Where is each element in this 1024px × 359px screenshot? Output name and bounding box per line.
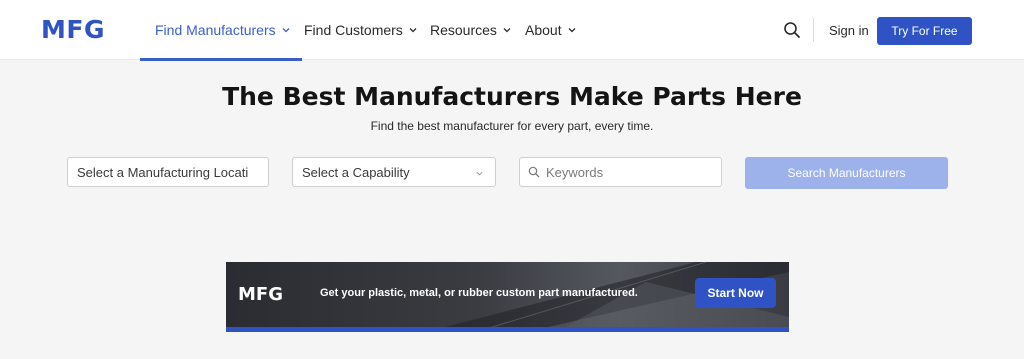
hero-title: The Best Manufacturers Make Parts Here (222, 82, 802, 111)
chevron-down-icon (503, 28, 511, 33)
capability-select-value: Select a Capability (302, 164, 410, 180)
banner-text: Get your plastic, metal, or rubber custo… (320, 287, 638, 299)
nav-find-manufacturers[interactable]: Find Manufacturers (140, 0, 302, 61)
chevron-down-icon (282, 28, 290, 33)
capability-select[interactable]: Select a Capability (292, 157, 496, 187)
mfg-logo[interactable]: MFG (41, 15, 105, 44)
start-now-button[interactable]: Start Now (695, 278, 776, 308)
nav-about[interactable]: About (525, 0, 576, 60)
promo-banner: MFG Get your plastic, metal, or rubber c… (226, 262, 789, 332)
manufacturing-location-select[interactable]: Select a Manufacturing Locati (67, 157, 269, 187)
location-select-value: Select a Manufacturing Locati (77, 164, 249, 180)
keywords-input[interactable]: Keywords (519, 157, 722, 187)
nav-find-customers-label: Find Customers (304, 22, 403, 38)
banner-mfg-logo: MFG (238, 284, 283, 305)
nav-find-customers[interactable]: Find Customers (304, 0, 417, 60)
keywords-placeholder: Keywords (546, 164, 604, 180)
header-divider (813, 18, 814, 42)
chevron-down-icon (476, 171, 483, 176)
banner-accent-stripe (226, 327, 789, 332)
nav-about-label: About (525, 22, 562, 38)
top-navigation-bar: MFG Find Manufacturers Find Customers Re… (0, 0, 1024, 61)
search-icon[interactable] (783, 21, 801, 39)
nav-resources-label: Resources (430, 22, 497, 38)
try-for-free-button[interactable]: Try For Free (877, 17, 972, 45)
nav-resources[interactable]: Resources (430, 0, 511, 60)
nav-find-manufacturers-label: Find Manufacturers (155, 22, 276, 38)
chevron-down-icon (568, 28, 576, 33)
search-icon (528, 166, 540, 178)
sign-in-link[interactable]: Sign in (829, 23, 869, 38)
search-manufacturers-button[interactable]: Search Manufacturers (745, 157, 948, 189)
hero-subtitle: Find the best manufacturer for every par… (370, 119, 654, 133)
chevron-down-icon (409, 28, 417, 33)
